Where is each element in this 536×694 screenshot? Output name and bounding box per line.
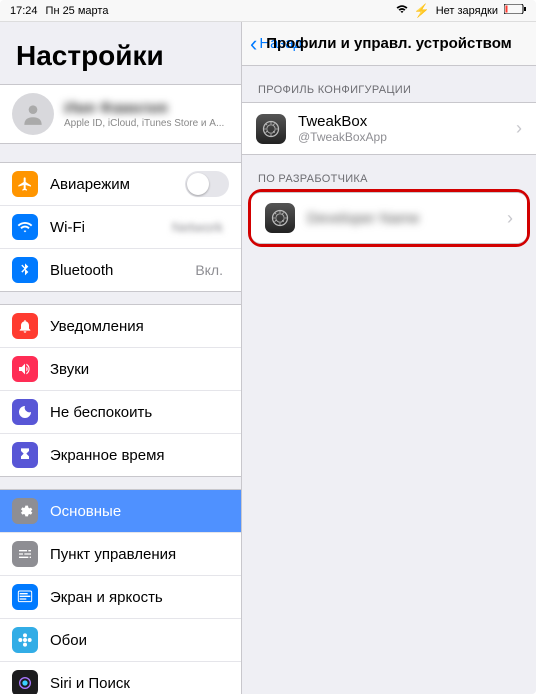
profile-icon: [256, 114, 286, 144]
status-time: 17:24: [10, 5, 38, 17]
developer-row[interactable]: Developer Name ›: [251, 192, 527, 244]
section-header-profile: ПРОФИЛЬ КОНФИГУРАЦИИ: [242, 66, 536, 102]
screentime-row[interactable]: Экранное время: [0, 434, 241, 476]
wifi-value: Network: [172, 219, 223, 235]
wallpaper-row[interactable]: Обои: [0, 619, 241, 662]
chevron-right-icon: ›: [507, 208, 513, 229]
profile-sub: @TweakBoxApp: [298, 130, 387, 144]
general-row[interactable]: Основные: [0, 490, 241, 533]
wifi-row[interactable]: Wi-Fi Network: [0, 206, 241, 249]
siri-icon: [12, 670, 38, 694]
screentime-label: Экранное время: [50, 447, 229, 464]
airplane-label: Авиарежим: [50, 176, 185, 193]
wallpaper-label: Обои: [50, 632, 229, 649]
gear-icon: [12, 498, 38, 524]
wifi-label: Wi-Fi: [50, 219, 172, 236]
general-label: Основные: [50, 503, 229, 520]
status-bar: 17:24 Пн 25 марта ⚡ Нет зарядки: [0, 0, 536, 22]
sounds-row[interactable]: Звуки: [0, 348, 241, 391]
developer-icon: [265, 203, 295, 233]
display-label: Экран и яркость: [50, 589, 229, 606]
profile-name: TweakBox: [298, 113, 387, 130]
account-row[interactable]: Имя Фамилия Apple ID, iCloud, iTunes Sto…: [0, 84, 241, 144]
account-sub: Apple ID, iCloud, iTunes Store и A...: [64, 118, 224, 129]
notifications-row[interactable]: Уведомления: [0, 305, 241, 348]
control-label: Пункт управления: [50, 546, 229, 563]
siri-label: Siri и Поиск: [50, 675, 229, 692]
airplane-icon: [12, 171, 38, 197]
flower-icon: [12, 627, 38, 653]
dnd-label: Не беспокоить: [50, 404, 229, 421]
notifications-label: Уведомления: [50, 318, 229, 335]
bluetooth-icon: [12, 257, 38, 283]
airplane-row[interactable]: Авиарежим: [0, 163, 241, 206]
section-header-developer: ПО РАЗРАБОТЧИКА: [242, 155, 536, 191]
avatar-icon: [12, 93, 54, 135]
developer-name: Developer Name: [307, 210, 420, 227]
wifi-row-icon: [12, 214, 38, 240]
bluetooth-value: Вкл.: [195, 262, 223, 278]
display-icon: [12, 584, 38, 610]
settings-sidebar: Настройки Имя Фамилия Apple ID, iCloud, …: [0, 22, 242, 694]
nav-bar: ‹ Назад Профили и управл. устройством: [242, 22, 536, 66]
chevron-left-icon: ‹: [250, 33, 257, 55]
control-row[interactable]: Пункт управления: [0, 533, 241, 576]
dnd-row[interactable]: Не беспокоить: [0, 391, 241, 434]
charge-icon: ⚡: [414, 3, 430, 19]
speaker-icon: [12, 356, 38, 382]
status-battery: Нет зарядки: [436, 5, 498, 17]
profile-row[interactable]: TweakBox @TweakBoxApp ›: [242, 102, 536, 155]
highlight-annotation: Developer Name ›: [248, 189, 530, 247]
chevron-right-icon: ›: [516, 118, 522, 139]
status-date: Пн 25 марта: [46, 5, 109, 17]
sounds-label: Звуки: [50, 361, 229, 378]
bell-icon: [12, 313, 38, 339]
siri-row[interactable]: Siri и Поиск: [0, 662, 241, 694]
moon-icon: [12, 399, 38, 425]
bluetooth-label: Bluetooth: [50, 262, 195, 279]
page-title: Профили и управл. устройством: [266, 35, 512, 52]
display-row[interactable]: Экран и яркость: [0, 576, 241, 619]
wifi-icon: [396, 4, 408, 17]
airplane-toggle[interactable]: [185, 171, 229, 197]
settings-title: Настройки: [0, 22, 241, 84]
account-name: Имя Фамилия: [64, 100, 224, 118]
battery-icon: [504, 4, 526, 17]
bluetooth-row[interactable]: Bluetooth Вкл.: [0, 249, 241, 291]
detail-pane: ‹ Назад Профили и управл. устройством ПР…: [242, 22, 536, 694]
hourglass-icon: [12, 442, 38, 468]
sliders-icon: [12, 541, 38, 567]
